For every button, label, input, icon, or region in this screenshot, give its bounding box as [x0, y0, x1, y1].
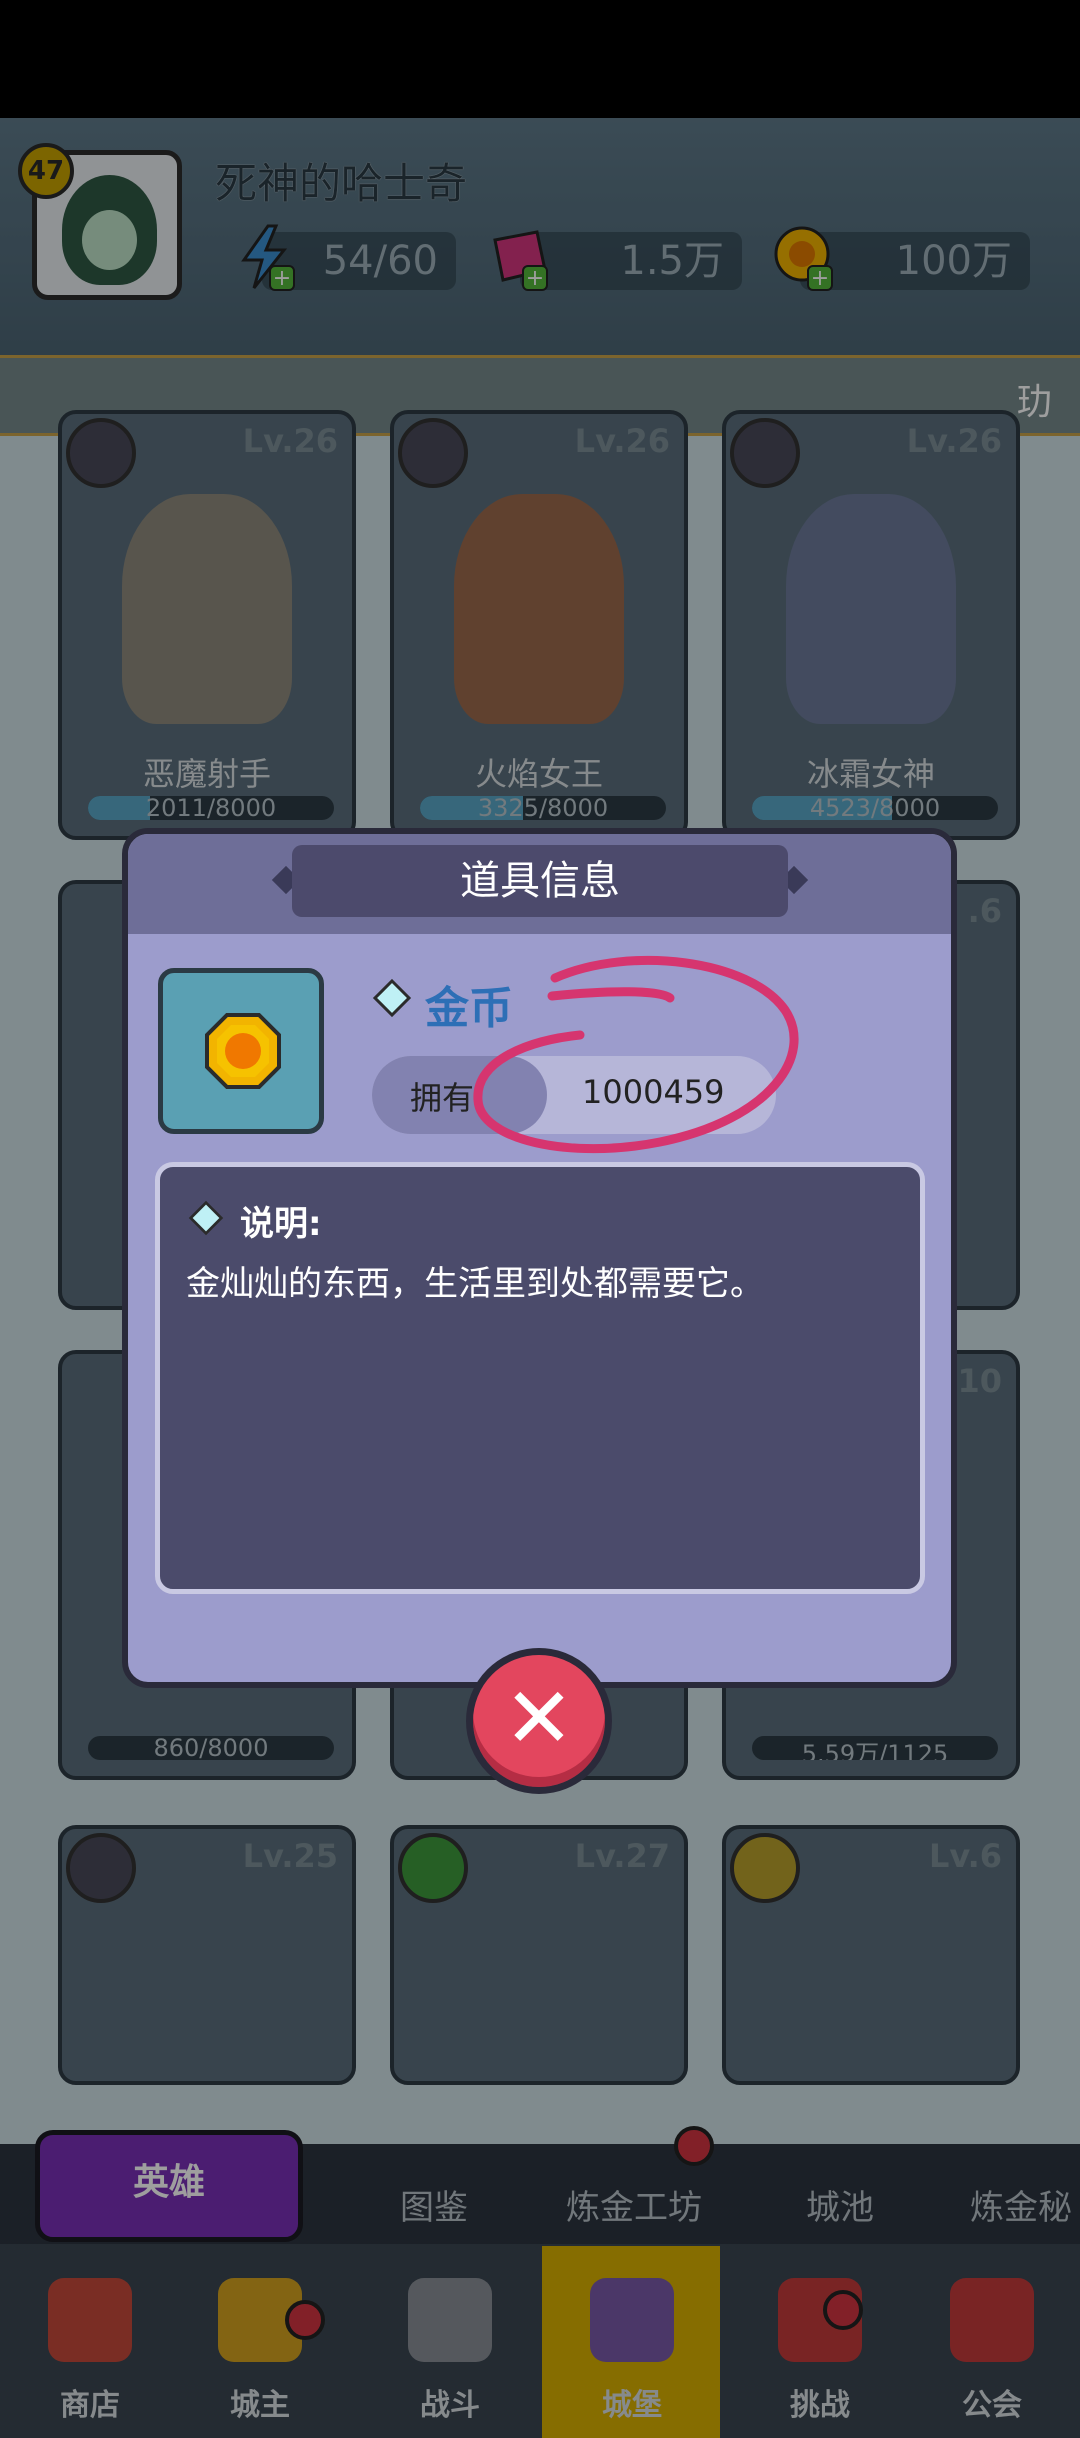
close-x-icon: ✕: [503, 1669, 575, 1767]
item-name-gem-icon: [372, 978, 412, 1018]
dialog-title: 道具信息: [292, 845, 788, 917]
description-gem-icon: [188, 1200, 224, 1236]
gold-coin-icon: [205, 1013, 281, 1089]
item-icon-frame: [158, 968, 324, 1134]
description-text: 金灿灿的东西，生活里到处都需要它。: [186, 1264, 764, 1304]
annotation-circle: [473, 955, 799, 1154]
close-button[interactable]: ✕: [466, 1648, 612, 1794]
description-title: 说明:: [240, 1204, 322, 1244]
status-bar: [0, 0, 1080, 118]
